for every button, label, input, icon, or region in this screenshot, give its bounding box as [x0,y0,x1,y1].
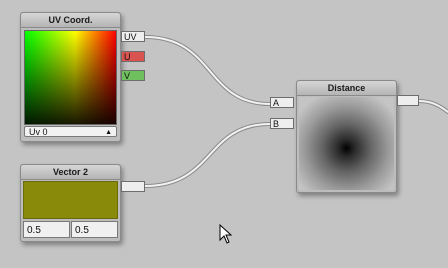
uv-coord-node[interactable]: UV Coord. Uv 0 ▲ [20,12,121,142]
wire-vector2-to-b[interactable] [143,122,272,188]
port-v-label: V [124,71,131,81]
dropdown-arrow-icon: ▲ [105,129,112,136]
vector2-x-value: 0.5 [27,225,41,236]
wire-uv-to-a[interactable] [143,35,272,106]
node-graph-canvas[interactable]: UV Coord. Uv 0 ▲ UV U V Vector 2 0.5 0.5… [0,0,448,268]
port-u-label: U [124,52,131,62]
vector2-title: Vector 2 [21,165,120,180]
vector2-x-field[interactable]: 0.5 [23,221,70,238]
vector2-y-value: 0.5 [75,225,89,236]
vector2-node[interactable]: Vector 2 0.5 0.5 [20,164,121,242]
uv-coord-title: UV Coord. [21,13,120,28]
vector2-y-field[interactable]: 0.5 [71,221,118,238]
distance-preview [299,97,394,190]
distance-title: Distance [297,81,396,96]
port-u-output[interactable]: U [121,51,145,62]
port-a-label: A [273,98,280,108]
port-uv-label: UV [124,32,137,42]
distance-node[interactable]: Distance [296,80,397,193]
mouse-cursor-icon [219,224,233,244]
uv-channel-dropdown[interactable]: Uv 0 ▲ [24,126,117,137]
port-vector2-output[interactable] [121,181,145,192]
port-a-input[interactable]: A [270,97,294,108]
port-b-label: B [273,119,280,129]
port-v-output[interactable]: V [121,70,145,81]
port-distance-output[interactable] [397,95,419,106]
vector2-swatch [23,181,118,219]
port-uv-output[interactable]: UV [121,31,145,42]
port-b-input[interactable]: B [270,118,294,129]
uv-channel-value: Uv 0 [29,127,48,137]
uv-preview [24,30,117,125]
